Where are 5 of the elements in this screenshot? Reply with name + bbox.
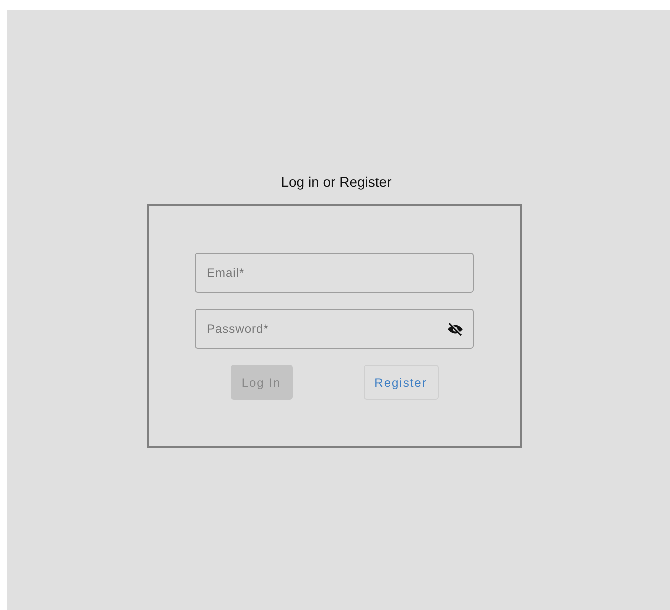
eye-off-icon[interactable]: [447, 320, 464, 338]
form-title: Log in or Register: [281, 174, 392, 190]
email-field[interactable]: Email*: [195, 253, 474, 293]
password-field[interactable]: Password*: [195, 309, 474, 349]
register-button[interactable]: Register: [364, 365, 438, 400]
